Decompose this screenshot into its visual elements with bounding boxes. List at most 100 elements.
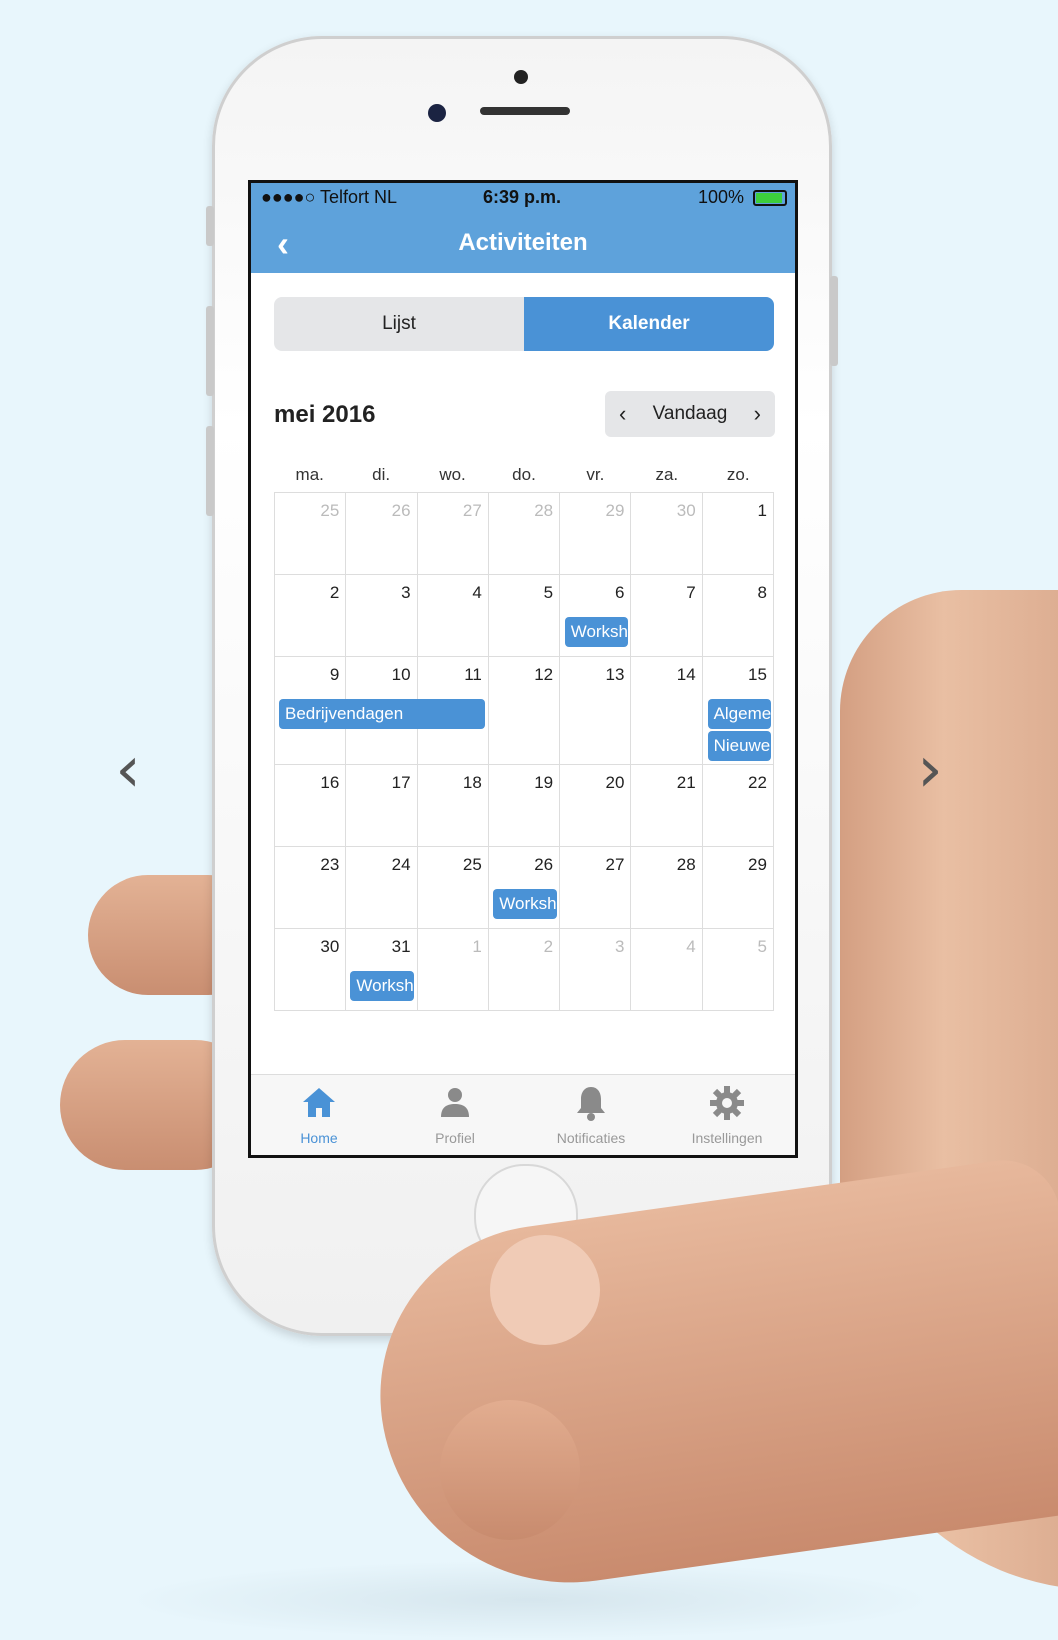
calendar-day[interactable]: 2: [488, 929, 561, 1011]
view-segmented-control: Lijst Kalender: [274, 297, 774, 351]
day-number: 9: [329, 665, 340, 684]
weekday-label: do.: [512, 465, 536, 484]
calendar-day[interactable]: 30: [275, 929, 347, 1011]
calendar-event[interactable]: Worksh: [564, 617, 629, 647]
calendar-day[interactable]: 16: [275, 765, 347, 847]
day-number: 28: [534, 501, 554, 520]
battery-icon: [753, 190, 787, 207]
calendar-day[interactable]: 4: [631, 929, 703, 1011]
day-number: 5: [757, 937, 767, 956]
calendar-event[interactable]: Algeme: [707, 699, 771, 729]
today-nav: ‹ Vandaag ›: [605, 391, 775, 437]
calendar-day[interactable]: 8: [702, 575, 774, 657]
calendar-day[interactable]: 28: [488, 493, 561, 575]
calendar-day[interactable]: 25: [417, 847, 489, 929]
calendar-event[interactable]: Bedrijvendagen: [279, 699, 486, 729]
calendar-event[interactable]: Worksh: [350, 971, 414, 1001]
month-title: mei 2016: [274, 401, 376, 428]
calendar-day[interactable]: 21: [631, 765, 703, 847]
day-number: 7: [686, 583, 696, 602]
day-number: 22: [748, 773, 767, 792]
calendar-day[interactable]: 18: [417, 765, 489, 847]
today-button[interactable]: Vandaag: [653, 403, 728, 425]
calendar-day[interactable]: 23: [275, 847, 347, 929]
weekday-label: vr.: [586, 465, 605, 484]
day-number: 30: [320, 937, 340, 956]
calendar-day[interactable]: 5: [702, 929, 774, 1011]
calendar-day[interactable]: 26: [346, 493, 418, 575]
day-number: 2: [329, 583, 340, 602]
weekday-header: ma. di. wo. do. vr. za. zo.: [274, 458, 774, 492]
weekday-label: za.: [655, 465, 679, 484]
next-month-icon[interactable]: ›: [754, 401, 761, 427]
weekday-label: ma.: [295, 465, 324, 484]
calendar-event[interactable]: Worksh: [493, 889, 557, 919]
calendar-event[interactable]: Nieuwe: [707, 731, 771, 761]
home-icon: [299, 1083, 339, 1128]
tab-notificaties[interactable]: Notificaties: [523, 1075, 659, 1155]
calendar-day[interactable]: 3: [346, 575, 418, 657]
day-number: 12: [534, 665, 554, 684]
day-number: 29: [605, 501, 625, 520]
day-number: 13: [605, 665, 625, 684]
day-number: 1: [757, 501, 767, 520]
calendar-day[interactable]: 20: [560, 765, 632, 847]
mute-switch: [206, 206, 214, 246]
calendar-day[interactable]: 22: [702, 765, 774, 847]
volume-down-button: [206, 426, 214, 516]
calendar-day[interactable]: 17: [346, 765, 418, 847]
calendar-day[interactable]: 3: [560, 929, 632, 1011]
battery-percent: 100%: [697, 187, 744, 207]
calendar-day[interactable]: 1: [702, 493, 774, 575]
calendar-day[interactable]: 19: [488, 765, 561, 847]
segment-calendar[interactable]: Kalender: [524, 297, 774, 351]
day-number: 8: [757, 583, 767, 602]
phone-screen: ●●●●○ Telfort NL 6:39 p.m. 100% ‹ Activi…: [248, 180, 798, 1158]
front-camera: [428, 104, 446, 122]
calendar-day[interactable]: 28: [631, 847, 703, 929]
calendar-day[interactable]: 4: [417, 575, 489, 657]
calendar-day[interactable]: 12: [488, 657, 561, 765]
profile-icon: [435, 1083, 475, 1128]
calendar-day[interactable]: 29: [702, 847, 774, 929]
calendar-day[interactable]: 24: [346, 847, 418, 929]
calendar-day[interactable]: 7: [631, 575, 703, 657]
day-number: 28: [676, 855, 696, 874]
segment-list[interactable]: Lijst: [274, 297, 524, 351]
calendar-day[interactable]: 2: [275, 575, 347, 657]
day-number: 14: [676, 665, 696, 684]
tab-label: Home: [300, 1130, 338, 1146]
weekday-label: wo.: [439, 465, 466, 484]
day-number: 25: [320, 501, 340, 520]
battery-fill: [756, 193, 782, 204]
day-number: 26: [534, 855, 554, 874]
calendar-day[interactable]: 13: [560, 657, 632, 765]
calendar-day[interactable]: 27: [417, 493, 489, 575]
day-number: 29: [748, 855, 767, 874]
day-number: 11: [464, 665, 482, 684]
day-number: 17: [391, 773, 411, 792]
tab-home[interactable]: Home: [251, 1075, 387, 1155]
calendar-day[interactable]: 14: [631, 657, 703, 765]
calendar-week: 25 26 27 28 29 30 1: [275, 493, 774, 575]
earpiece-speaker: [480, 107, 570, 115]
day-number: 4: [472, 583, 482, 602]
calendar-day[interactable]: 30: [631, 493, 703, 575]
calendar-week: 16 17 18 19 20 21 22: [275, 765, 774, 847]
day-number: 26: [391, 501, 411, 520]
calendar-day[interactable]: 27: [560, 847, 632, 929]
calendar-day[interactable]: 25: [275, 493, 347, 575]
calendar-day[interactable]: 5: [488, 575, 561, 657]
calendar-day[interactable]: 29: [560, 493, 632, 575]
carousel-next-icon[interactable]: ›: [910, 738, 950, 802]
day-number: 3: [401, 583, 411, 602]
prev-month-icon[interactable]: ‹: [619, 401, 626, 427]
tab-profiel[interactable]: Profiel: [387, 1075, 523, 1155]
calendar-day[interactable]: 1: [417, 929, 489, 1011]
tab-instellingen[interactable]: Instellingen: [659, 1075, 795, 1155]
thumb-nail: [490, 1235, 600, 1345]
tab-bar: Home Profiel Notificaties Instellingen: [251, 1074, 795, 1155]
day-number: 25: [462, 855, 482, 874]
power-button: [830, 276, 838, 366]
carousel-prev-icon[interactable]: ‹: [108, 738, 148, 802]
